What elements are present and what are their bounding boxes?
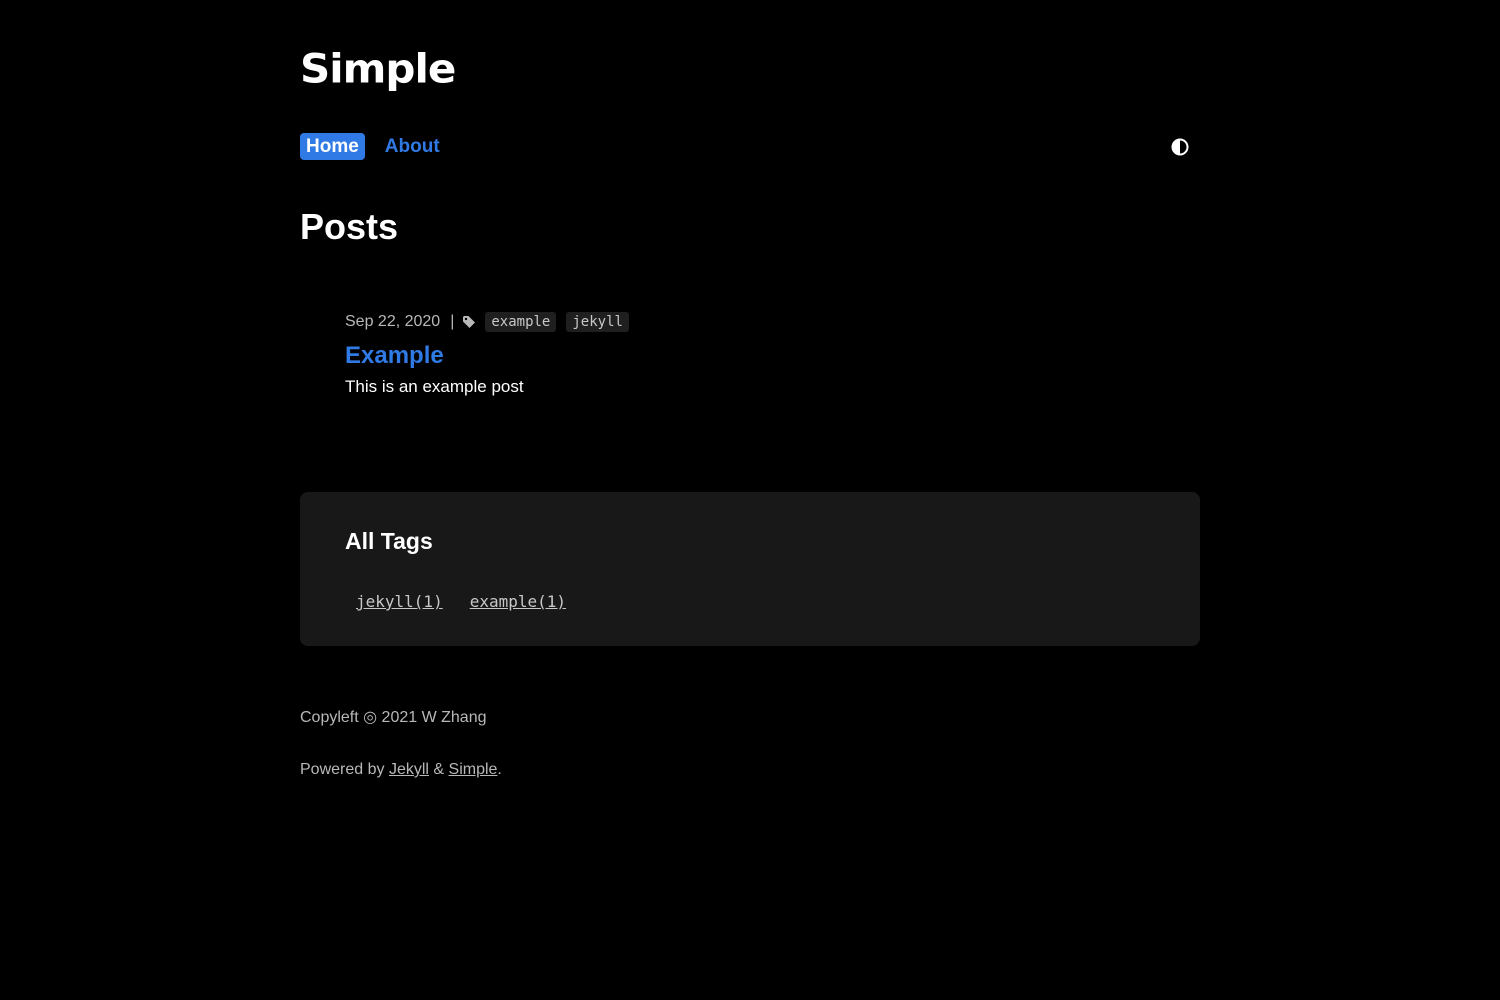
copyright-text: Copyleft ◎ 2021 W Zhang xyxy=(300,709,487,726)
page-title: Posts xyxy=(300,206,399,247)
jekyll-link[interactable]: Jekyll xyxy=(389,761,429,778)
powered-by-line: Powered by Jekyll & Simple. xyxy=(300,758,502,782)
nav-item-home[interactable]: Home xyxy=(300,133,365,160)
post-item: Sep 22, 2020 | example jekyll Example Th… xyxy=(345,310,1145,399)
all-tags-heading: All Tags xyxy=(345,528,433,554)
post-title-link[interactable]: Example xyxy=(345,341,1145,371)
site-logo[interactable]: Simple xyxy=(300,49,456,89)
main-nav: Home About xyxy=(300,133,440,160)
tag-link-jekyll[interactable]: jekyll(1) xyxy=(356,592,443,611)
tag-link-example[interactable]: example(1) xyxy=(470,592,566,611)
powered-prefix: Powered by xyxy=(300,761,389,778)
post-meta: Sep 22, 2020 | example jekyll xyxy=(345,310,1145,334)
all-tags-panel: All Tags jekyll(1) example(1) xyxy=(300,492,1200,646)
post-excerpt: This is an example post xyxy=(345,377,524,396)
post-tag-jekyll[interactable]: jekyll xyxy=(566,312,629,332)
meta-separator: | xyxy=(450,313,455,330)
site-footer: Copyleft ◎ 2021 W Zhang Powered by Jekyl… xyxy=(300,706,502,782)
nav-item-about[interactable]: About xyxy=(385,133,440,160)
contrast-icon[interactable] xyxy=(1171,138,1189,156)
tag-icon xyxy=(463,316,476,328)
ampersand: & xyxy=(428,761,449,778)
post-tag-example[interactable]: example xyxy=(485,312,557,332)
post-date: Sep 22, 2020 xyxy=(345,313,441,330)
powered-suffix: . xyxy=(497,761,502,778)
simple-link[interactable]: Simple xyxy=(449,761,498,778)
all-tags-list: jekyll(1) example(1) xyxy=(356,592,566,611)
